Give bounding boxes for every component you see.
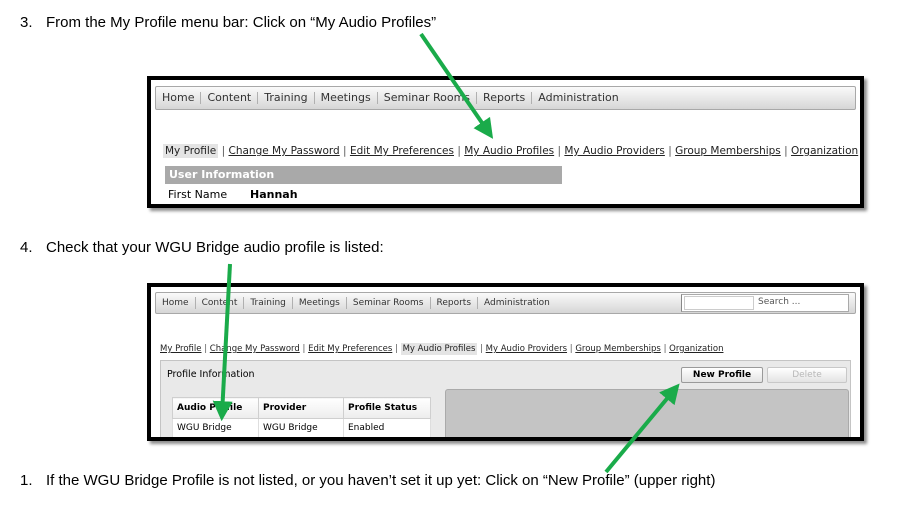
step-3-number: 3. — [20, 14, 33, 31]
search-input[interactable] — [684, 296, 754, 310]
delete-button[interactable]: Delete — [767, 367, 847, 383]
step-3: 3. From the My Profile menu bar: Click on… — [20, 14, 436, 31]
search-box[interactable]: Search ... — [681, 294, 849, 312]
col-provider: Provider — [258, 397, 344, 419]
subnav-change-password[interactable]: Change My Password — [229, 145, 340, 157]
panel-title: Profile Information — [167, 369, 255, 380]
subnav-group-memberships[interactable]: Group Memberships — [575, 344, 661, 354]
profile-subnav: My Profile | Change My Password | Edit M… — [163, 144, 859, 158]
step-4-text: Check that your WGU Bridge audio profile… — [46, 239, 384, 256]
subnav-my-audio-profiles[interactable]: My Audio Profiles — [400, 343, 478, 355]
menu-meetings[interactable]: Meetings — [293, 297, 347, 309]
col-profile-status: Profile Status — [343, 397, 431, 419]
subnav-my-profile[interactable]: My Profile — [160, 344, 202, 354]
subnav-my-audio-providers[interactable]: My Audio Providers — [564, 145, 665, 157]
menu-training[interactable]: Training — [244, 297, 293, 309]
subnav-change-password[interactable]: Change My Password — [210, 344, 300, 354]
menu-reports[interactable]: Reports — [477, 92, 533, 104]
step-1: 1. If the WGU Bridge Profile is not liste… — [20, 472, 715, 489]
user-information-header: User Information — [165, 166, 562, 184]
search-placeholder: Search ... — [758, 297, 801, 307]
table-row[interactable]: WGU Bridge WGU Bridge Enabled — [172, 418, 431, 437]
menu-reports[interactable]: Reports — [431, 297, 479, 309]
subnav-organization[interactable]: Organization — [791, 145, 858, 157]
menu-training[interactable]: Training — [258, 92, 315, 104]
screenshot-audio-profiles: Home Content Training Meetings Seminar R… — [147, 283, 864, 441]
audio-profiles-table: Audio Profile Provider Profile Status WG… — [172, 397, 431, 437]
subnav-edit-preferences[interactable]: Edit My Preferences — [350, 145, 454, 157]
menu-administration[interactable]: Administration — [532, 92, 625, 104]
step-3-text: From the My Profile menu bar: Click on “… — [46, 14, 437, 31]
details-pane — [445, 389, 849, 437]
table-header-row: Audio Profile Provider Profile Status — [172, 397, 431, 419]
screenshot-my-profile: Home Content Training Meetings Seminar R… — [147, 76, 864, 208]
first-name-label: First Name — [168, 188, 228, 201]
menu-home[interactable]: Home — [156, 297, 196, 309]
cell-profile-status: Enabled — [343, 418, 431, 437]
cell-provider: WGU Bridge — [258, 418, 344, 437]
menu-content[interactable]: Content — [201, 92, 259, 104]
menu-meetings[interactable]: Meetings — [315, 92, 378, 104]
subnav-organization[interactable]: Organization — [669, 344, 723, 354]
step-1-number: 1. — [20, 472, 33, 489]
main-menubar: Home Content Training Meetings Seminar R… — [155, 86, 856, 110]
menu-content[interactable]: Content — [196, 297, 245, 309]
cell-audio-profile: WGU Bridge — [172, 418, 259, 437]
menu-home[interactable]: Home — [156, 92, 202, 104]
col-audio-profile: Audio Profile — [172, 397, 259, 419]
subnav-edit-preferences[interactable]: Edit My Preferences — [308, 344, 392, 354]
first-name-value: Hannah — [250, 188, 298, 201]
menu-administration[interactable]: Administration — [478, 297, 556, 309]
menu-seminar-rooms[interactable]: Seminar Rooms — [347, 297, 431, 309]
subnav-my-audio-profiles[interactable]: My Audio Profiles — [464, 145, 554, 157]
step-4: 4. Check that your WGU Bridge audio profi… — [20, 239, 384, 256]
step-4-number: 4. — [20, 239, 33, 256]
subnav-group-memberships[interactable]: Group Memberships — [675, 145, 781, 157]
step-1-text: If the WGU Bridge Profile is not listed,… — [46, 472, 716, 489]
profile-subnav: My Profile | Change My Password | Edit M… — [160, 343, 724, 355]
new-profile-button[interactable]: New Profile — [681, 367, 763, 383]
profile-information-panel: Profile Information New Profile Delete A… — [160, 360, 851, 437]
subnav-my-audio-providers[interactable]: My Audio Providers — [486, 344, 567, 354]
menu-seminar-rooms[interactable]: Seminar Rooms — [378, 92, 478, 104]
subnav-my-profile[interactable]: My Profile — [163, 144, 219, 158]
